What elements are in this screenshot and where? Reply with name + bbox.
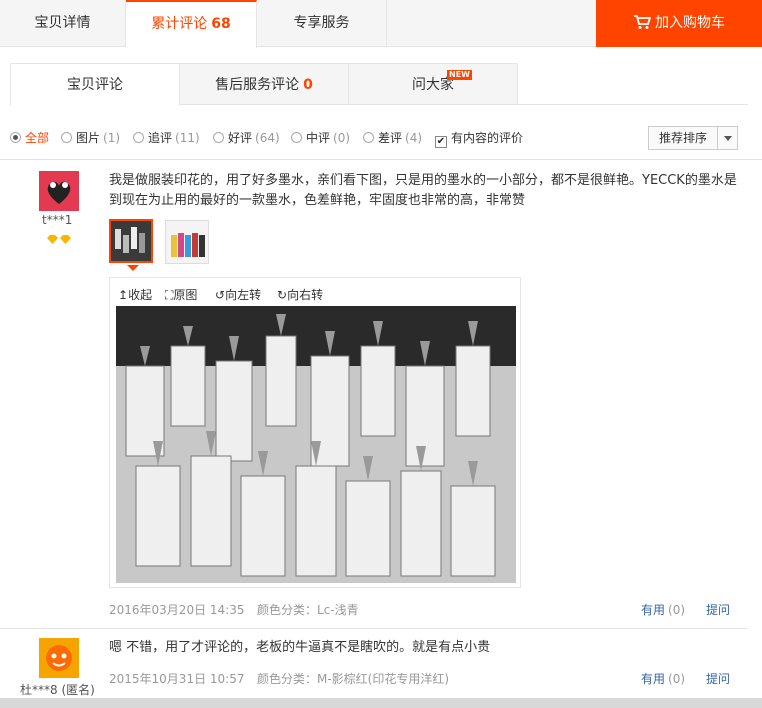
- filter-label: 有内容的评价: [451, 131, 524, 145]
- review-sku: 颜色分类：Lc-浅青: [257, 603, 359, 617]
- useful-button[interactable]: 有用 (0): [641, 601, 685, 618]
- radio-icon: [10, 132, 21, 143]
- tab-label: 累计评论: [151, 16, 208, 32]
- radio-icon: [213, 132, 224, 143]
- avatar[interactable]: [39, 638, 79, 678]
- tab-item-reviews[interactable]: 宝贝评论: [10, 63, 180, 106]
- filter-count: (1): [103, 131, 121, 145]
- new-badge: NEW: [447, 70, 472, 80]
- review-text: 嗯 不错，用了才评论的，老板的牛逼真不是瞎吹的。就是有点小贵: [109, 640, 491, 655]
- filter-followup[interactable]: 追评 (11): [133, 129, 200, 146]
- radio-icon: [61, 132, 72, 143]
- filter-label: 图片: [76, 131, 101, 145]
- filter-all[interactable]: 全部: [10, 129, 49, 146]
- top-tab-bar: 宝贝详情 累计评论 68 专享服务 加入购物车: [0, 0, 762, 48]
- radio-icon: [363, 132, 374, 143]
- useful-count: (0): [668, 603, 686, 617]
- rotate-right-button[interactable]: ↻向右转: [277, 286, 323, 303]
- filter-label: 差评: [378, 131, 403, 145]
- arrow-up-icon: ↥: [118, 288, 129, 302]
- filter-count: (11): [175, 131, 200, 145]
- tool-label: 原图: [173, 288, 198, 302]
- radio-icon: [133, 132, 144, 143]
- tab-label: 宝贝详情: [34, 15, 91, 31]
- review-photo-thumb-bottles[interactable]: [109, 219, 153, 263]
- radio-icon: [291, 132, 302, 143]
- ask-button[interactable]: 提问: [706, 670, 730, 687]
- thumb-pointer: [127, 265, 139, 271]
- checkbox-checked-icon: ✔: [435, 136, 447, 148]
- ink-bottles-photo-icon: [116, 306, 516, 583]
- tab-item-details[interactable]: 宝贝详情: [0, 0, 126, 47]
- username: t***1: [42, 213, 73, 227]
- filter-label: 中评: [306, 131, 331, 145]
- review-filter-bar: 全部 图片 (1) 追评 (11) 好评 (64) 中评 (0) 差评 (4) ✔ 有内容的…: [0, 120, 762, 160]
- collapse-button[interactable]: ↥收起: [118, 286, 152, 303]
- original-image-button[interactable]: ⛶原图: [165, 286, 197, 303]
- tab-ask-everyone[interactable]: 问大家 NEW: [348, 63, 518, 105]
- tab-exclusive-service[interactable]: 专享服务: [257, 0, 387, 47]
- diamond-rank-icon: [46, 234, 72, 249]
- review-photo-thumb-color[interactable]: [165, 220, 209, 264]
- aftersale-count: 0: [303, 77, 313, 93]
- filter-label: 全部: [25, 131, 50, 145]
- sort-label: 推荐排序: [659, 131, 708, 145]
- review-photo-large: [116, 306, 516, 583]
- filter-with-content[interactable]: ✔ 有内容的评价: [435, 129, 523, 148]
- tab-label: 宝贝评论: [67, 77, 123, 93]
- filter-images[interactable]: 图片 (1): [61, 129, 120, 146]
- tab-label: 售后服务评论: [215, 77, 300, 93]
- cart-label: 加入购物车: [655, 15, 725, 31]
- useful-label: 有用: [641, 603, 666, 617]
- useful-button[interactable]: 有用 (0): [641, 670, 685, 687]
- review-sub-tabs: 宝贝评论 售后服务评论 0 问大家 NEW: [10, 63, 748, 106]
- filter-label: 好评: [228, 131, 253, 145]
- useful-label: 有用: [641, 672, 666, 686]
- chevron-down-icon: [717, 127, 737, 149]
- tab-label: 专享服务: [293, 15, 350, 31]
- ask-button[interactable]: 提问: [706, 601, 730, 618]
- filter-count: (4): [405, 131, 423, 145]
- image-viewer: ↥收起 ⛶原图 ↺向左转 ↻向右转: [109, 277, 521, 588]
- filter-negative[interactable]: 差评 (4): [363, 129, 422, 146]
- rotate-left-button[interactable]: ↺向左转: [215, 286, 261, 303]
- tool-label: 向左转: [225, 288, 262, 302]
- tab-reviews[interactable]: 累计评论 68: [126, 0, 257, 48]
- review-count: 68: [211, 16, 231, 32]
- review-sku: 颜色分类：M-影棕红(印花专用洋红): [257, 672, 450, 686]
- filter-positive[interactable]: 好评 (64): [213, 129, 280, 146]
- review-item: 杜***8 (匿名) 嗯 不错，用了才评论的，老板的牛逼真不是瞎吹的。就是有点小…: [0, 630, 748, 698]
- review-date: 2016年03月20日 14:35: [109, 603, 245, 617]
- filter-count: (64): [255, 131, 280, 145]
- add-to-cart-button[interactable]: 加入购物车: [596, 0, 762, 47]
- tool-label: 向右转: [287, 288, 324, 302]
- sort-dropdown[interactable]: 推荐排序: [648, 126, 738, 150]
- filter-neutral[interactable]: 中评 (0): [291, 129, 350, 146]
- review-text: 我是做服装印花的，用了好多墨水，亲们看下图，只是用的墨水的一小部分，都不是很鲜艳…: [109, 173, 737, 208]
- avatar[interactable]: [39, 171, 79, 211]
- rotate-right-icon: ↻: [277, 288, 288, 302]
- heart-avatar-icon: [39, 171, 79, 211]
- useful-count: (0): [668, 672, 686, 686]
- bottles-thumbnail-icon: [111, 221, 151, 261]
- horizontal-scrollbar[interactable]: [0, 698, 762, 708]
- review-item: t***1 我是做服装印花的，用了好多墨水，亲们看下图，只是用的墨水的一小部分，…: [0, 161, 748, 629]
- tab-aftersale-reviews[interactable]: 售后服务评论 0: [179, 63, 349, 105]
- orange-mascot-avatar-icon: [39, 638, 79, 678]
- filter-label: 追评: [148, 131, 173, 145]
- filter-count: (0): [333, 131, 351, 145]
- tool-label: 收起: [128, 288, 153, 302]
- color-bottles-thumbnail-icon: [166, 221, 208, 263]
- cart-icon: [634, 15, 652, 29]
- review-date: 2015年10月31日 10:57: [109, 672, 245, 686]
- username: 杜***8 (匿名): [20, 683, 95, 697]
- rotate-left-icon: ↺: [215, 288, 226, 302]
